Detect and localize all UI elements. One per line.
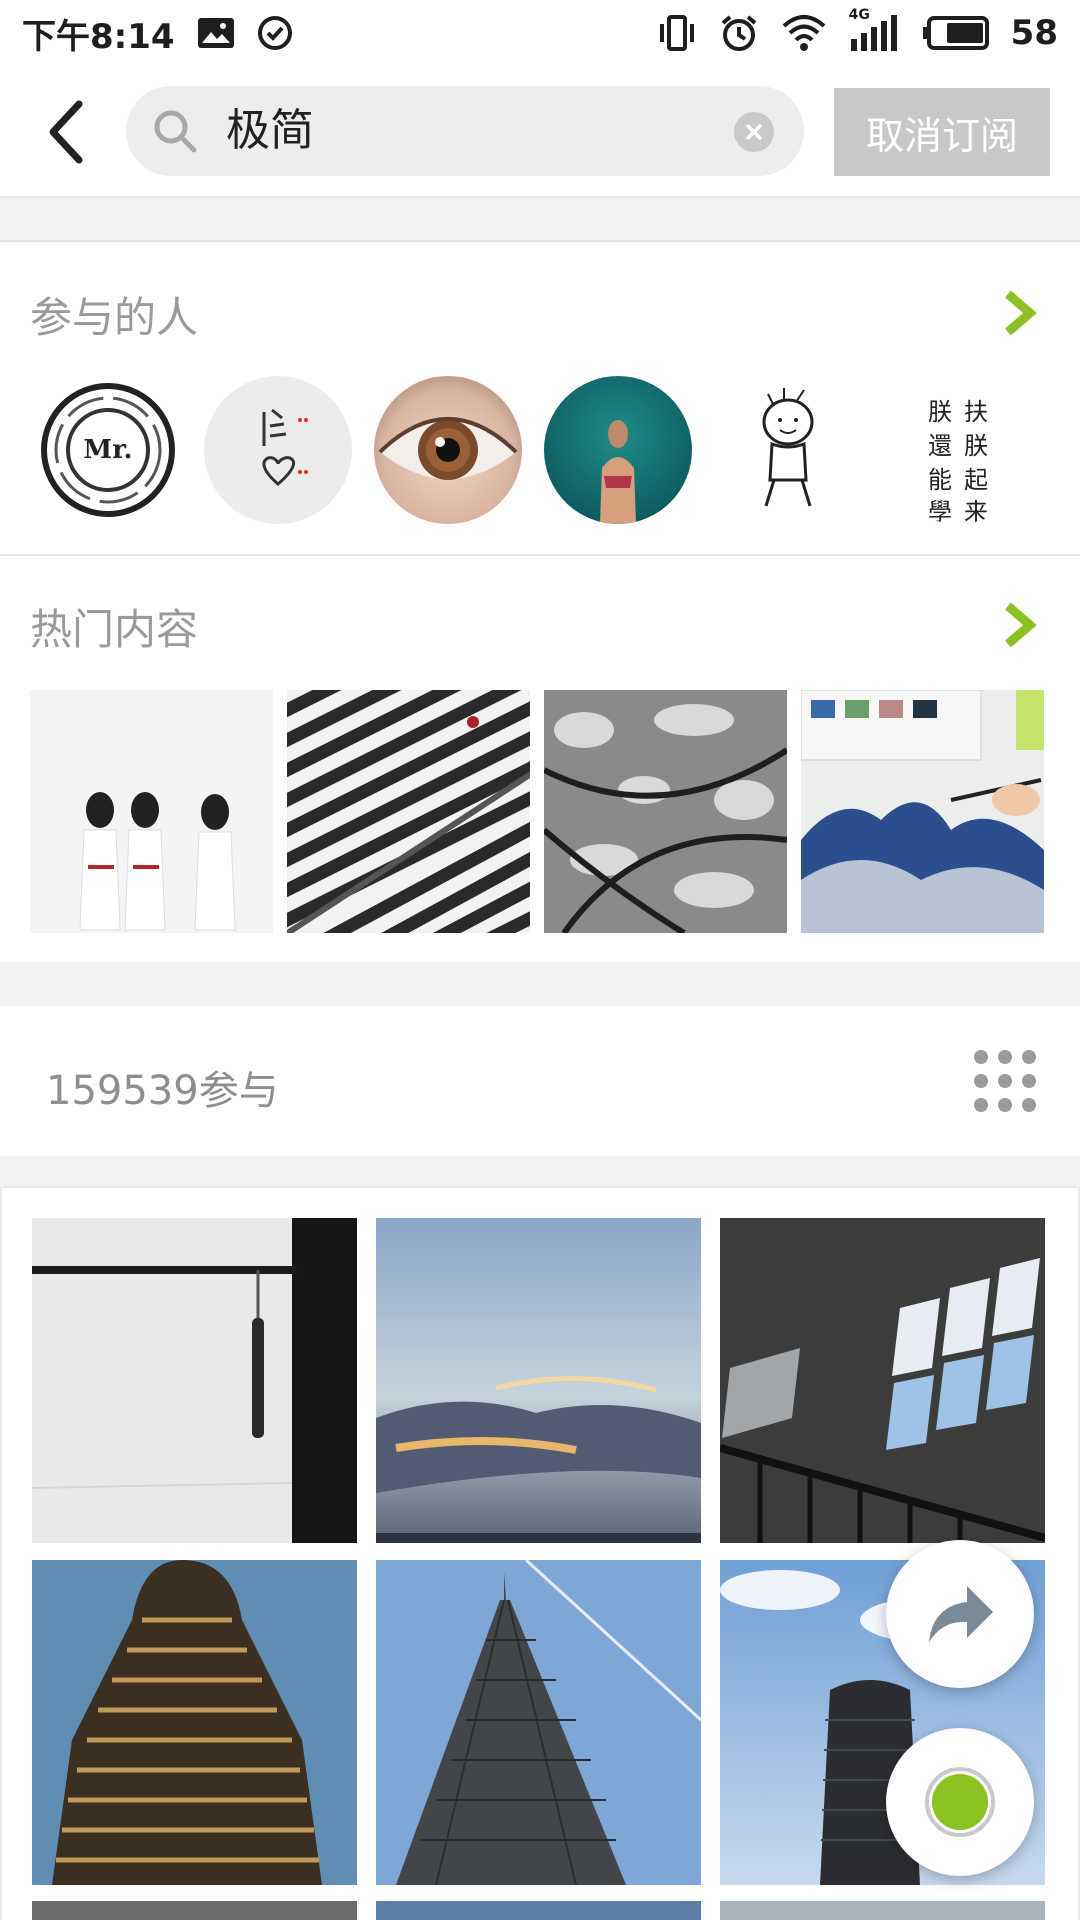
cellular-signal-icon: 4G [849, 7, 901, 53]
photo-item-4[interactable] [32, 1560, 357, 1885]
status-bar: 下午8:14 4G 58 [0, 0, 1080, 66]
search-input[interactable] [226, 86, 686, 176]
svg-text:扶: 扶 [964, 398, 988, 426]
participants-section: 参与的人 Mr. 朕 扶 還 朕 能 起 學 来 [0, 244, 1080, 556]
svg-text:還: 還 [928, 432, 952, 460]
back-button[interactable] [30, 92, 100, 172]
photo-item-5[interactable] [376, 1560, 701, 1885]
avatar-4[interactable] [544, 376, 692, 524]
battery-level: 58 [1010, 13, 1058, 53]
grid-view-icon[interactable] [974, 1050, 1036, 1112]
battery-icon [922, 16, 989, 50]
record-dot-icon [925, 1767, 995, 1837]
hot-content-list [30, 690, 1044, 933]
swimmer-photo-icon [600, 420, 636, 524]
hot-content-item-3[interactable] [544, 690, 787, 933]
eye-photo-icon [378, 417, 518, 480]
photo-item-1[interactable] [32, 1218, 357, 1543]
calligraphy-heart-icon [262, 408, 308, 486]
section-divider [0, 198, 1080, 242]
svg-text:起: 起 [964, 466, 988, 494]
participation-bar: 159539参与 [0, 1006, 1080, 1156]
network-type: 4G [848, 7, 870, 23]
participants-title: 参与的人 [30, 293, 199, 342]
svg-text:能: 能 [928, 466, 952, 494]
share-arrow-icon [929, 1586, 993, 1642]
avatar-2[interactable] [204, 376, 352, 524]
hot-content-item-4[interactable] [801, 690, 1044, 933]
hot-content-item-2[interactable] [287, 690, 530, 933]
section-divider [0, 1156, 1080, 1186]
unsubscribe-button[interactable]: 取消订阅 [834, 88, 1050, 176]
photo-item-8[interactable] [376, 1901, 701, 1920]
participant-count: 159539参与 [46, 1068, 279, 1114]
topic-page: 下午8:14 4G 58 极简 取消订阅 参与的人 Mr. 朕 扶 還 朕 能 … [0, 0, 1080, 1920]
photo-item-7[interactable] [32, 1901, 357, 1920]
doodle-figure-icon [762, 388, 814, 507]
hot-content-section: 热门内容 [0, 558, 1080, 960]
photo-item-2[interactable] [376, 1218, 701, 1543]
svg-text:朕: 朕 [964, 432, 988, 460]
clear-icon[interactable] [734, 112, 774, 152]
alarm-icon [719, 13, 759, 53]
svg-text:朕: 朕 [928, 398, 952, 426]
hot-content-item-1[interactable] [30, 690, 273, 933]
svg-text:Mr.: Mr. [83, 435, 132, 465]
record-button[interactable] [886, 1728, 1034, 1876]
wifi-icon [781, 14, 827, 52]
search-icon [154, 110, 197, 153]
hot-content-more-icon[interactable] [1000, 600, 1040, 650]
participants-more-icon[interactable] [1000, 288, 1040, 338]
mr-logo-icon: Mr. [41, 383, 175, 517]
avatar-5[interactable] [714, 376, 862, 524]
participants-avatar-list: Mr. 朕 扶 還 朕 能 起 學 来 [34, 376, 1032, 524]
vibrate-icon [657, 13, 697, 53]
photo-item-9[interactable] [720, 1901, 1045, 1920]
share-button[interactable] [886, 1540, 1034, 1688]
check-circle-icon [257, 15, 293, 51]
avatar-6[interactable]: 朕 扶 還 朕 能 起 學 来 [884, 376, 1032, 524]
chevron-left-icon [49, 100, 83, 164]
top-bar: 取消订阅 [0, 66, 1080, 198]
svg-text:學: 學 [928, 498, 952, 524]
hot-content-title: 热门内容 [30, 605, 199, 654]
search-bar[interactable] [126, 86, 804, 176]
gallery-icon [197, 17, 235, 49]
avatar-3[interactable] [374, 376, 522, 524]
svg-text:来: 来 [964, 498, 988, 524]
calligraphy-text-icon: 朕 扶 還 朕 能 起 學 来 [928, 398, 988, 524]
avatar-1[interactable]: Mr. [34, 376, 182, 524]
status-time: 下午8:14 [22, 16, 175, 57]
section-divider [0, 962, 1080, 1006]
photo-item-3[interactable] [720, 1218, 1045, 1543]
